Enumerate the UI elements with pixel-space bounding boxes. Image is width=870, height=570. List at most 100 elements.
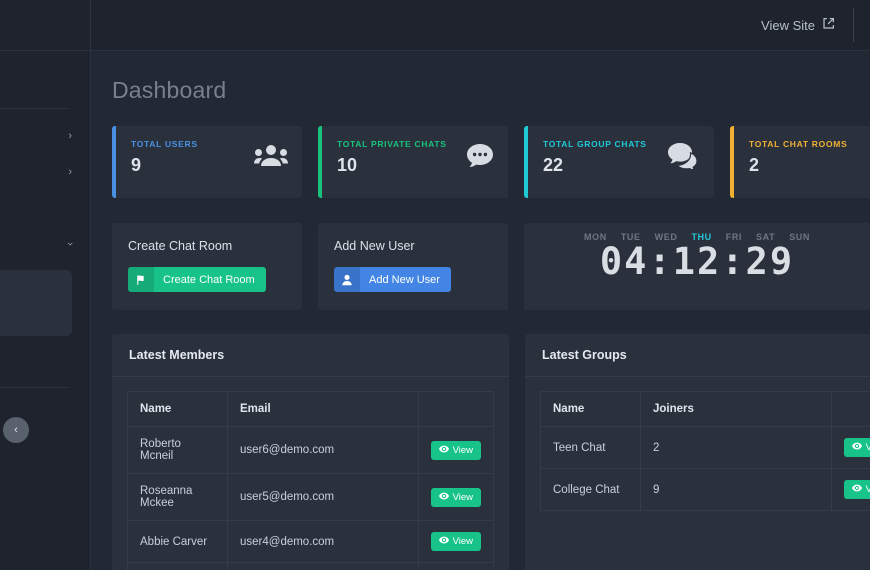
stat-value: 2 [749, 155, 760, 175]
sidebar-collapse-button[interactable]: ‹ [3, 417, 29, 443]
brand[interactable]: CHATNET [0, 0, 90, 51]
eye-icon [438, 445, 449, 456]
sidebar-promo-card [0, 270, 72, 336]
group-joiners: 9 [640, 468, 832, 511]
external-link-icon [822, 17, 835, 33]
eye-icon [851, 442, 862, 453]
sidebar-item-label: Chat Rooms [0, 201, 72, 215]
groups-table: Name Joiners Teen Chat 2 V College Chat … [540, 391, 870, 511]
member-name: Roseanna Mckee [127, 473, 228, 521]
sidebar-item-chat-rooms[interactable]: Chat Rooms [0, 190, 90, 226]
stat-label: TOTAL GROUP CHATS [543, 139, 647, 149]
member-actions: View [417, 473, 495, 521]
view-button[interactable]: View [430, 532, 481, 551]
stat-card-total-chat-rooms[interactable]: TOTAL CHAT ROOMS 2 [730, 126, 870, 198]
member-actions: View [417, 520, 495, 563]
sidebar-item-appearance[interactable]: Appearance › [0, 154, 90, 190]
table-header-row: Name Email [127, 391, 495, 427]
member-name: Abbie Carver [127, 520, 228, 563]
main-content: Dashboard TOTAL USERS 9 TOTAL PRIVATE CH… [91, 51, 870, 570]
add-new-user-button[interactable]: Add New User [334, 267, 451, 292]
panel-title: Latest Groups [542, 348, 627, 362]
sidebar-item-label: Appearance [0, 165, 60, 179]
stat-label: TOTAL PRIVATE CHATS [337, 139, 447, 149]
eye-icon [438, 492, 449, 503]
column-header-joiners: Joiners [640, 391, 832, 427]
sidebar-item-label: Settings [0, 237, 60, 251]
topbar-divider [853, 8, 854, 42]
column-header-actions [417, 391, 495, 427]
view-site-link[interactable]: View Site [761, 17, 853, 33]
sidebar-item-label: Dashboard [0, 74, 72, 88]
chevron-right-icon: › [68, 166, 72, 178]
sidebar-item-settings[interactable]: Settings › [0, 226, 90, 262]
actions-row: Create Chat Room Create Chat Room Add Ne… [112, 223, 870, 310]
column-header-name: Name [127, 391, 228, 427]
user-add-icon [334, 267, 360, 292]
sidebar-divider [0, 108, 68, 109]
stat-cards-row: TOTAL USERS 9 TOTAL PRIVATE CHATS 10 TOT… [112, 126, 870, 198]
panel-body: Name Joiners Teen Chat 2 V College Chat … [525, 377, 870, 527]
view-button-label: View [452, 444, 473, 456]
chat-bubble-dots-icon [466, 143, 494, 168]
view-button-label: View [865, 484, 870, 495]
view-site-label: View Site [761, 17, 815, 33]
group-joiners: 2 [640, 426, 832, 469]
button-label: Create Chat Room [163, 273, 255, 286]
eye-icon [438, 536, 449, 547]
table-header-row: Name Joiners [540, 391, 870, 427]
chat-bubbles-icon [668, 143, 700, 169]
group-name: College Chat [540, 468, 641, 511]
panel-header: Latest Members [112, 334, 509, 377]
stat-card-total-users[interactable]: TOTAL USERS 9 [112, 126, 302, 198]
latest-groups-panel: Latest Groups Name Joiners Teen Chat 2 V… [525, 334, 870, 570]
card-title: Add New User [334, 239, 415, 253]
member-email: user5@demo.com [227, 473, 419, 521]
sidebar-item-users[interactable]: Users › [0, 118, 90, 154]
add-new-user-card: Add New User Add New User [318, 223, 508, 310]
group-actions: View [830, 426, 870, 469]
chevron-left-icon: ‹ [14, 424, 18, 436]
member-actions: View [417, 426, 495, 474]
tables-row: Latest Members Name Email Roberto Mcneil… [112, 334, 870, 570]
clock-time: 04:12:29 [599, 240, 795, 283]
flag-icon [128, 267, 154, 292]
stat-card-total-private-chats[interactable]: TOTAL PRIVATE CHATS 10 [318, 126, 508, 198]
column-header-name: Name [540, 391, 641, 427]
view-button[interactable]: View [843, 480, 870, 499]
table-row: Roberto Mcneil user6@demo.com View [127, 426, 495, 474]
stat-label: TOTAL CHAT ROOMS [749, 139, 848, 149]
member-actions: View [417, 562, 495, 570]
stat-label: TOTAL USERS [131, 139, 198, 149]
page-title: Dashboard [112, 77, 227, 103]
button-label: Add New User [369, 273, 440, 286]
view-button-label: View [865, 442, 870, 453]
create-chat-room-card: Create Chat Room Create Chat Room [112, 223, 302, 310]
sidebar-nav: Dashboard Users › Appearance › Chat Room… [0, 51, 90, 388]
member-email: user4@demo.com [227, 520, 419, 563]
view-button[interactable]: View [430, 487, 481, 507]
sidebar: CHATNET Dashboard Users › Appearance › C… [0, 0, 91, 570]
view-button[interactable]: View [843, 438, 870, 457]
chevron-down-icon: › [64, 242, 77, 246]
stat-card-total-group-chats[interactable]: TOTAL GROUP CHATS 22 [524, 126, 714, 198]
group-actions: View [830, 468, 870, 511]
view-button-label: View [452, 491, 473, 503]
create-chat-room-button[interactable]: Create Chat Room [128, 267, 266, 292]
sidebar-divider [0, 387, 68, 388]
table-row: Abbie Carver user4@demo.com View [127, 520, 495, 563]
clock-widget: MON TUE WED THU FRI SAT SUN 04:12:29 [524, 223, 870, 310]
sidebar-item-label: Users [0, 129, 60, 143]
table-row: College Chat 9 V [540, 468, 870, 511]
member-name: Dion Whitney [127, 562, 228, 570]
sidebar-item-logout[interactable]: Logout [0, 344, 90, 378]
users-group-icon [254, 143, 288, 167]
eye-icon [851, 484, 862, 495]
table-row: Teen Chat 2 V [540, 426, 870, 469]
stat-value: 10 [337, 155, 358, 175]
view-button[interactable]: View [430, 440, 481, 460]
sidebar-item-dashboard[interactable]: Dashboard [0, 63, 90, 99]
chevron-right-icon: › [68, 130, 72, 142]
member-name: Roberto Mcneil [127, 426, 228, 474]
members-table: Name Email Roberto Mcneil user6@demo.com [127, 391, 495, 570]
